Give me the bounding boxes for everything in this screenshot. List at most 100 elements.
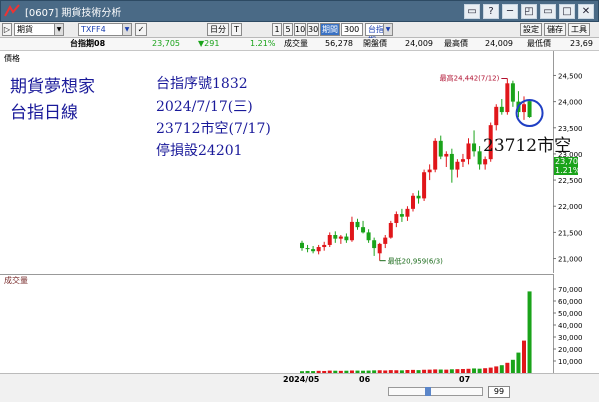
- tools-button[interactable]: 工具: [568, 23, 590, 36]
- low-value: 23,69: [570, 39, 593, 48]
- volume-bar: [494, 366, 499, 373]
- volume-bar: [499, 365, 504, 373]
- candle-body: [338, 236, 343, 239]
- price-tick-label: 22,500: [558, 177, 583, 185]
- candle-body: [510, 83, 515, 102]
- serial-annotation: 台指序號1832: [156, 76, 248, 92]
- checkbox[interactable]: ✓: [135, 23, 147, 36]
- candle-body: [327, 235, 332, 245]
- layout-button[interactable]: ▭: [464, 4, 480, 19]
- volume-tick-label: 60,000: [558, 298, 583, 306]
- volume-bar: [516, 352, 521, 373]
- help-button[interactable]: ?: [483, 4, 499, 19]
- candle-body: [416, 195, 421, 199]
- candle-body: [383, 237, 388, 244]
- stop-annotation: 停損設24201: [156, 143, 243, 159]
- subtitle-annotation: 台指日線: [10, 103, 78, 123]
- candle-body: [460, 159, 465, 162]
- settings-button[interactable]: 設定: [520, 23, 542, 36]
- candle-body: [444, 153, 449, 157]
- x-label-jul: 07: [459, 375, 471, 384]
- volume-tick-label: 30,000: [558, 334, 583, 342]
- candle-body: [300, 242, 304, 249]
- price-tick-label: 24,500: [558, 72, 583, 80]
- tick-button[interactable]: T: [231, 23, 242, 36]
- candle-body: [366, 232, 371, 241]
- contract-name: 台指期08: [70, 39, 106, 48]
- candle-body: [349, 221, 354, 241]
- candlestick-chart: 21,00021,50022,00022,50023,00023,50024,0…: [300, 72, 583, 373]
- candle-body: [483, 159, 488, 165]
- price-tick-label: 24,000: [558, 99, 583, 107]
- candle-body: [472, 143, 477, 152]
- open-value: 24,009: [405, 39, 433, 48]
- candle-body: [344, 236, 349, 241]
- symbol-select[interactable]: TXFF4 ▼: [78, 23, 132, 36]
- candle-body: [438, 140, 443, 157]
- low-label: 最低價: [527, 39, 551, 48]
- save-button[interactable]: 儲存: [544, 23, 566, 36]
- candle-body: [433, 140, 438, 170]
- candle-body: [333, 235, 338, 239]
- candle-body: [355, 221, 360, 228]
- volume-bar: [510, 359, 515, 373]
- restore-button[interactable]: ◰: [521, 4, 537, 19]
- candle-body: [494, 106, 499, 126]
- period-button[interactable]: 日分: [207, 23, 229, 36]
- count-field[interactable]: 300: [341, 23, 363, 36]
- candle-body: [522, 104, 526, 113]
- candle-body: [411, 195, 415, 209]
- interval-5-button[interactable]: 5: [283, 23, 293, 36]
- close-button[interactable]: ✕: [578, 4, 594, 19]
- interval-10-button[interactable]: 10: [294, 23, 306, 36]
- last-price-tag: 23,705: [554, 157, 583, 166]
- candle-body: [455, 161, 460, 170]
- maximize-button[interactable]: □: [559, 4, 575, 19]
- window-title: [0607] 期貨技術分析: [25, 7, 122, 19]
- volume-tick-label: 20,000: [558, 346, 583, 354]
- time-scrollbar[interactable]: [388, 387, 483, 396]
- high-label: 最高價: [444, 39, 468, 48]
- volume-label: 成交量: [284, 39, 308, 48]
- candle-body: [394, 214, 399, 223]
- volume-tick-label: 40,000: [558, 322, 583, 330]
- candle-body: [499, 106, 504, 113]
- interval-1-button[interactable]: 1: [272, 23, 282, 36]
- candle-body: [505, 83, 510, 113]
- tile-button[interactable]: ▭: [540, 4, 556, 19]
- candle-body: [399, 214, 404, 217]
- brand-annotation: 期貨夢想家: [10, 77, 95, 97]
- indicator-select[interactable]: 台指期▼: [365, 23, 393, 45]
- candle-body: [427, 169, 432, 173]
- price-tick-label: 21,500: [558, 229, 583, 237]
- last-pct-tag: 1.21%: [554, 166, 581, 175]
- scroll-thumb[interactable]: [425, 387, 431, 396]
- last-price: 23,705: [152, 39, 180, 48]
- candle-body: [449, 153, 454, 170]
- change-percent: 1.21%: [250, 39, 276, 48]
- market-select[interactable]: 期貨 ▼: [14, 23, 64, 36]
- app-logo-icon: [1, 1, 23, 21]
- candle-body: [477, 151, 482, 165]
- interval-30-button[interactable]: 30: [307, 23, 319, 36]
- range-button[interactable]: 期間: [320, 23, 340, 36]
- candle-body: [466, 143, 471, 160]
- minimize-button[interactable]: ─: [502, 4, 518, 19]
- candle-body: [311, 249, 316, 252]
- price-change: ▼291: [198, 39, 220, 48]
- candle-body: [422, 172, 427, 199]
- play-icon[interactable]: ▷: [2, 23, 12, 36]
- high-marker-label: 最高24,442(7/12): [440, 73, 500, 82]
- short-entry-note: 23712市空: [483, 136, 572, 156]
- candle-body: [316, 247, 321, 252]
- x-label-jun: 06: [359, 375, 371, 384]
- date-annotation: 2024/7/17(三): [156, 99, 253, 115]
- volume-value: 56,278: [325, 39, 353, 48]
- volume-tick-label: 70,000: [558, 286, 583, 294]
- volume-tick-label: 50,000: [558, 310, 583, 318]
- candle-body: [405, 208, 410, 217]
- zoom-field[interactable]: 99: [488, 386, 510, 398]
- volume-tick-label: 10,000: [558, 358, 583, 366]
- high-value: 24,009: [485, 39, 513, 48]
- candle-body: [527, 101, 532, 118]
